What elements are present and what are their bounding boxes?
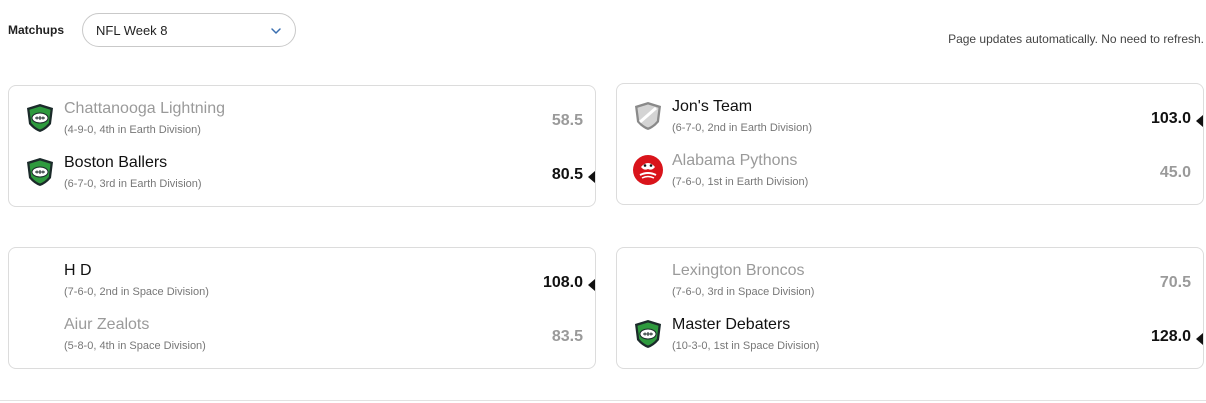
winner-arrow-icon [588,171,595,183]
team-name[interactable]: Lexington Broncos [672,262,805,280]
auto-update-note: Page updates automatically. No need to r… [948,32,1204,46]
matchup-card[interactable]: H D (7-6-0, 2nd in Space Division) 108.0… [8,247,596,369]
chevron-down-icon [271,28,281,34]
bottom-divider [0,400,1206,401]
team-name[interactable]: H D [64,262,92,280]
matchup-card[interactable]: Chattanooga Lightning (4-9-0, 4th in Ear… [8,85,596,207]
team-score: 45.0 [1159,164,1191,181]
shield-icon [27,104,53,132]
shield-icon [635,320,661,348]
team-score: 103.0 [1150,110,1191,127]
shield-icon [27,158,53,186]
matchup-card[interactable]: Jon's Team (6-7-0, 2nd in Earth Division… [616,83,1204,205]
gray-shield-icon [635,102,661,130]
team-name[interactable]: Jon's Team [672,98,752,116]
matchup-card[interactable]: Lexington Broncos (7-6-0, 3rd in Space D… [616,247,1204,369]
team-record: (5-8-0, 4th in Space Division) [64,340,206,352]
team-record: (7-6-0, 3rd in Space Division) [672,286,815,298]
team-score: 128.0 [1150,328,1191,345]
team-row[interactable]: Jon's Team (6-7-0, 2nd in Earth Division… [617,98,1203,138]
team-record: (10-3-0, 1st in Space Division) [672,340,820,352]
team-row[interactable]: Boston Ballers (6-7-0, 3rd in Earth Divi… [9,154,595,194]
team-score: 83.5 [551,328,583,345]
team-row[interactable]: Alabama Pythons (7-6-0, 1st in Earth Div… [617,152,1203,192]
team-name[interactable]: Boston Ballers [64,154,167,172]
team-record: (4-9-0, 4th in Earth Division) [64,124,201,136]
team-name[interactable]: Master Debaters [672,316,790,334]
team-name[interactable]: Alabama Pythons [672,152,797,170]
winner-arrow-icon [588,279,595,291]
team-record: (6-7-0, 2nd in Earth Division) [672,122,813,134]
team-record: (7-6-0, 2nd in Space Division) [64,286,209,298]
pythons-logo-icon [633,155,663,185]
matchups-label: Matchups [8,23,65,37]
winner-arrow-icon [1196,333,1203,345]
team-name[interactable]: Aiur Zealots [64,316,149,334]
week-select-value: NFL Week 8 [96,23,168,38]
week-select-dropdown[interactable]: NFL Week 8 [82,13,296,47]
team-score: 58.5 [551,112,583,129]
team-score: 80.5 [551,166,583,183]
scoreboard-page: Matchups NFL Week 8 Page updates automat… [0,0,1206,403]
team-row[interactable]: Master Debaters (10-3-0, 1st in Space Di… [617,316,1203,356]
team-name[interactable]: Chattanooga Lightning [64,100,225,118]
winner-arrow-icon [1196,115,1203,127]
team-score: 70.5 [1159,274,1191,291]
team-record: (7-6-0, 1st in Earth Division) [672,176,809,188]
team-row[interactable]: Chattanooga Lightning (4-9-0, 4th in Ear… [9,100,595,140]
team-score: 108.0 [542,274,583,291]
team-row[interactable]: Lexington Broncos (7-6-0, 3rd in Space D… [617,262,1203,302]
team-row[interactable]: Aiur Zealots (5-8-0, 4th in Space Divisi… [9,316,595,356]
team-record: (6-7-0, 3rd in Earth Division) [64,178,202,190]
team-row[interactable]: H D (7-6-0, 2nd in Space Division) 108.0 [9,262,595,302]
